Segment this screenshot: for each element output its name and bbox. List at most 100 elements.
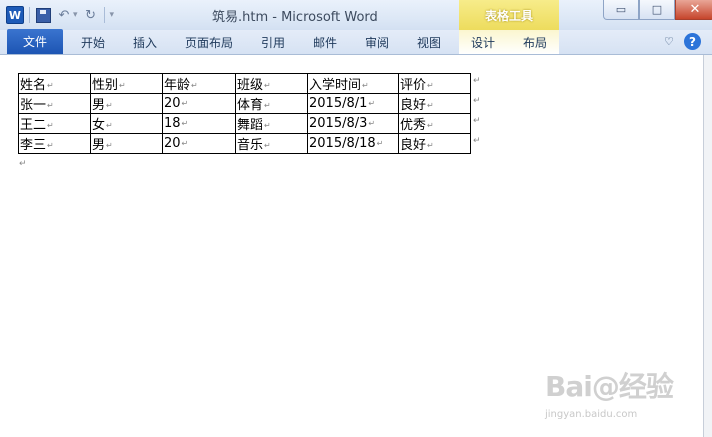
tab-home[interactable]: 开始 — [81, 30, 105, 54]
cell-text: 良好 — [400, 98, 427, 113]
paragraph-mark-icon: ↵ — [19, 159, 27, 169]
word-app-icon[interactable]: W — [6, 6, 24, 24]
table-header-row: 姓名↵ 性别↵ 年龄↵ 班级↵ 入学时间↵ 评价↵ — [18, 73, 471, 94]
cell-text: 20 — [164, 136, 181, 151]
row-end-mark-icon: ↵ — [473, 116, 481, 126]
paragraph-mark-icon: ↵ — [368, 119, 376, 128]
paragraph-mark-icon: ↵ — [47, 81, 54, 90]
row-end-mark-icon: ↵ — [473, 136, 481, 146]
tab-review[interactable]: 审阅 — [365, 30, 389, 54]
save-icon[interactable] — [35, 7, 51, 23]
header-text: 入学时间 — [309, 78, 362, 93]
tab-mailings[interactable]: 邮件 — [313, 30, 337, 54]
table-cell[interactable]: 体育↵ — [235, 93, 308, 114]
table-cell[interactable]: 王二↵ — [18, 113, 91, 134]
table-cell[interactable]: 男↵ — [90, 133, 163, 154]
close-button[interactable]: ✕ — [675, 0, 712, 20]
student-table[interactable]: 姓名↵ 性别↵ 年龄↵ 班级↵ 入学时间↵ 评价↵ 张一↵ 男↵ 20↵ 体育↵… — [18, 73, 471, 154]
header-text: 性别 — [92, 78, 119, 93]
table-cell[interactable]: 20↵ — [162, 93, 236, 114]
table-cell[interactable]: 张一↵ — [18, 93, 91, 114]
undo-icon[interactable]: ↶ — [56, 7, 72, 23]
paragraph-mark-icon: ↵ — [106, 121, 113, 130]
paragraph-mark-icon: ↵ — [264, 121, 271, 130]
table-header-cell[interactable]: 姓名↵ — [18, 73, 91, 94]
maximize-button[interactable]: □ — [639, 0, 675, 20]
table-cell[interactable]: 良好↵ — [398, 93, 471, 114]
paragraph-mark-icon: ↵ — [368, 99, 376, 108]
table-cell[interactable]: 20↵ — [162, 133, 236, 154]
vertical-scrollbar[interactable] — [703, 55, 712, 437]
header-text: 评价 — [400, 78, 427, 93]
tab-design[interactable]: 设计 — [471, 30, 495, 54]
paragraph-mark-icon: ↵ — [264, 101, 271, 110]
table-tools-context-header: 表格工具 — [459, 0, 559, 30]
cell-text: 男 — [92, 138, 106, 153]
minimize-button[interactable]: ▭ — [603, 0, 639, 20]
cell-text: 体育 — [237, 98, 264, 113]
table-cell[interactable]: 音乐↵ — [235, 133, 308, 154]
cell-text: 舞蹈 — [237, 118, 264, 133]
table-row: 李三↵ 男↵ 20↵ 音乐↵ 2015/8/18↵ 良好↵ — [18, 133, 471, 154]
paragraph-mark-icon: ↵ — [427, 81, 434, 90]
row-end-mark-icon: ↵ — [473, 76, 481, 86]
tab-layout[interactable]: 布局 — [523, 30, 547, 54]
close-icon: ✕ — [689, 2, 701, 17]
baidu-watermark: Bai@经验 jingyan.baidu.com — [545, 365, 695, 425]
table-cell[interactable]: 优秀↵ — [398, 113, 471, 134]
paragraph-mark-icon: ↵ — [427, 101, 434, 110]
header-text: 班级 — [237, 78, 264, 93]
paragraph-mark-icon: ↵ — [181, 139, 189, 148]
table-header-cell[interactable]: 性别↵ — [90, 73, 163, 94]
cell-text: 男 — [92, 98, 106, 113]
paragraph-mark-icon: ↵ — [264, 81, 271, 90]
watermark-url: jingyan.baidu.com — [545, 409, 638, 420]
cell-text: 20 — [164, 96, 181, 111]
maximize-icon: □ — [651, 3, 663, 16]
tab-page-layout[interactable]: 页面布局 — [185, 30, 233, 54]
paragraph-mark-icon: ↵ — [264, 141, 271, 150]
tab-view[interactable]: 视图 — [417, 30, 441, 54]
minimize-icon: ▭ — [615, 3, 627, 16]
tab-insert[interactable]: 插入 — [133, 30, 157, 54]
help-icon[interactable]: ? — [684, 33, 701, 50]
paragraph-mark-icon: ↵ — [47, 121, 54, 130]
table-cell[interactable]: 2015/8/1↵ — [307, 93, 399, 114]
cell-text: 张一 — [20, 98, 47, 113]
table-cell[interactable]: 舞蹈↵ — [235, 113, 308, 134]
customize-dropdown-icon[interactable]: ▾ — [110, 10, 115, 20]
qat-separator — [29, 7, 30, 23]
table-cell[interactable]: 18↵ — [162, 113, 236, 134]
header-text: 姓名 — [20, 78, 47, 93]
table-cell[interactable]: 男↵ — [90, 93, 163, 114]
table-row: 张一↵ 男↵ 20↵ 体育↵ 2015/8/1↵ 良好↵ — [18, 93, 471, 114]
watermark-logo: Bai@经验 — [545, 370, 674, 403]
table-header-cell[interactable]: 入学时间↵ — [307, 73, 399, 94]
table-header-cell[interactable]: 年龄↵ — [162, 73, 236, 94]
cell-text: 2015/8/3 — [309, 116, 368, 131]
tab-file[interactable]: 文件 — [7, 29, 63, 54]
cell-text: 良好 — [400, 138, 427, 153]
qat-separator — [103, 7, 105, 23]
window-controls: ▭ □ ✕ — [603, 0, 712, 20]
tab-references[interactable]: 引用 — [261, 30, 285, 54]
redo-icon[interactable]: ↻ — [83, 7, 99, 23]
table-header-cell[interactable]: 班级↵ — [235, 73, 308, 94]
table-cell[interactable]: 李三↵ — [18, 133, 91, 154]
table-cell[interactable]: 2015/8/3↵ — [307, 113, 399, 134]
table-cell[interactable]: 2015/8/18↵ — [307, 133, 399, 154]
table-cell[interactable]: 良好↵ — [398, 133, 471, 154]
paragraph-mark-icon: ↵ — [47, 141, 54, 150]
undo-dropdown-icon[interactable]: ▾ — [73, 10, 78, 20]
cell-text: 18 — [164, 116, 181, 131]
cell-text: 女 — [92, 118, 106, 133]
cell-text: 优秀 — [400, 118, 427, 133]
cell-text: 2015/8/18 — [309, 136, 376, 151]
paragraph-mark-icon: ↵ — [181, 119, 189, 128]
quick-access-toolbar: W ↶ ▾ ↻ ▾ — [6, 6, 114, 24]
table-cell[interactable]: 女↵ — [90, 113, 163, 134]
table-header-cell[interactable]: 评价↵ — [398, 73, 471, 94]
paragraph-mark-icon: ↵ — [191, 81, 198, 90]
ribbon-minimize-icon[interactable]: ♡ — [664, 35, 674, 48]
table-row: 王二↵ 女↵ 18↵ 舞蹈↵ 2015/8/3↵ 优秀↵ — [18, 113, 471, 134]
